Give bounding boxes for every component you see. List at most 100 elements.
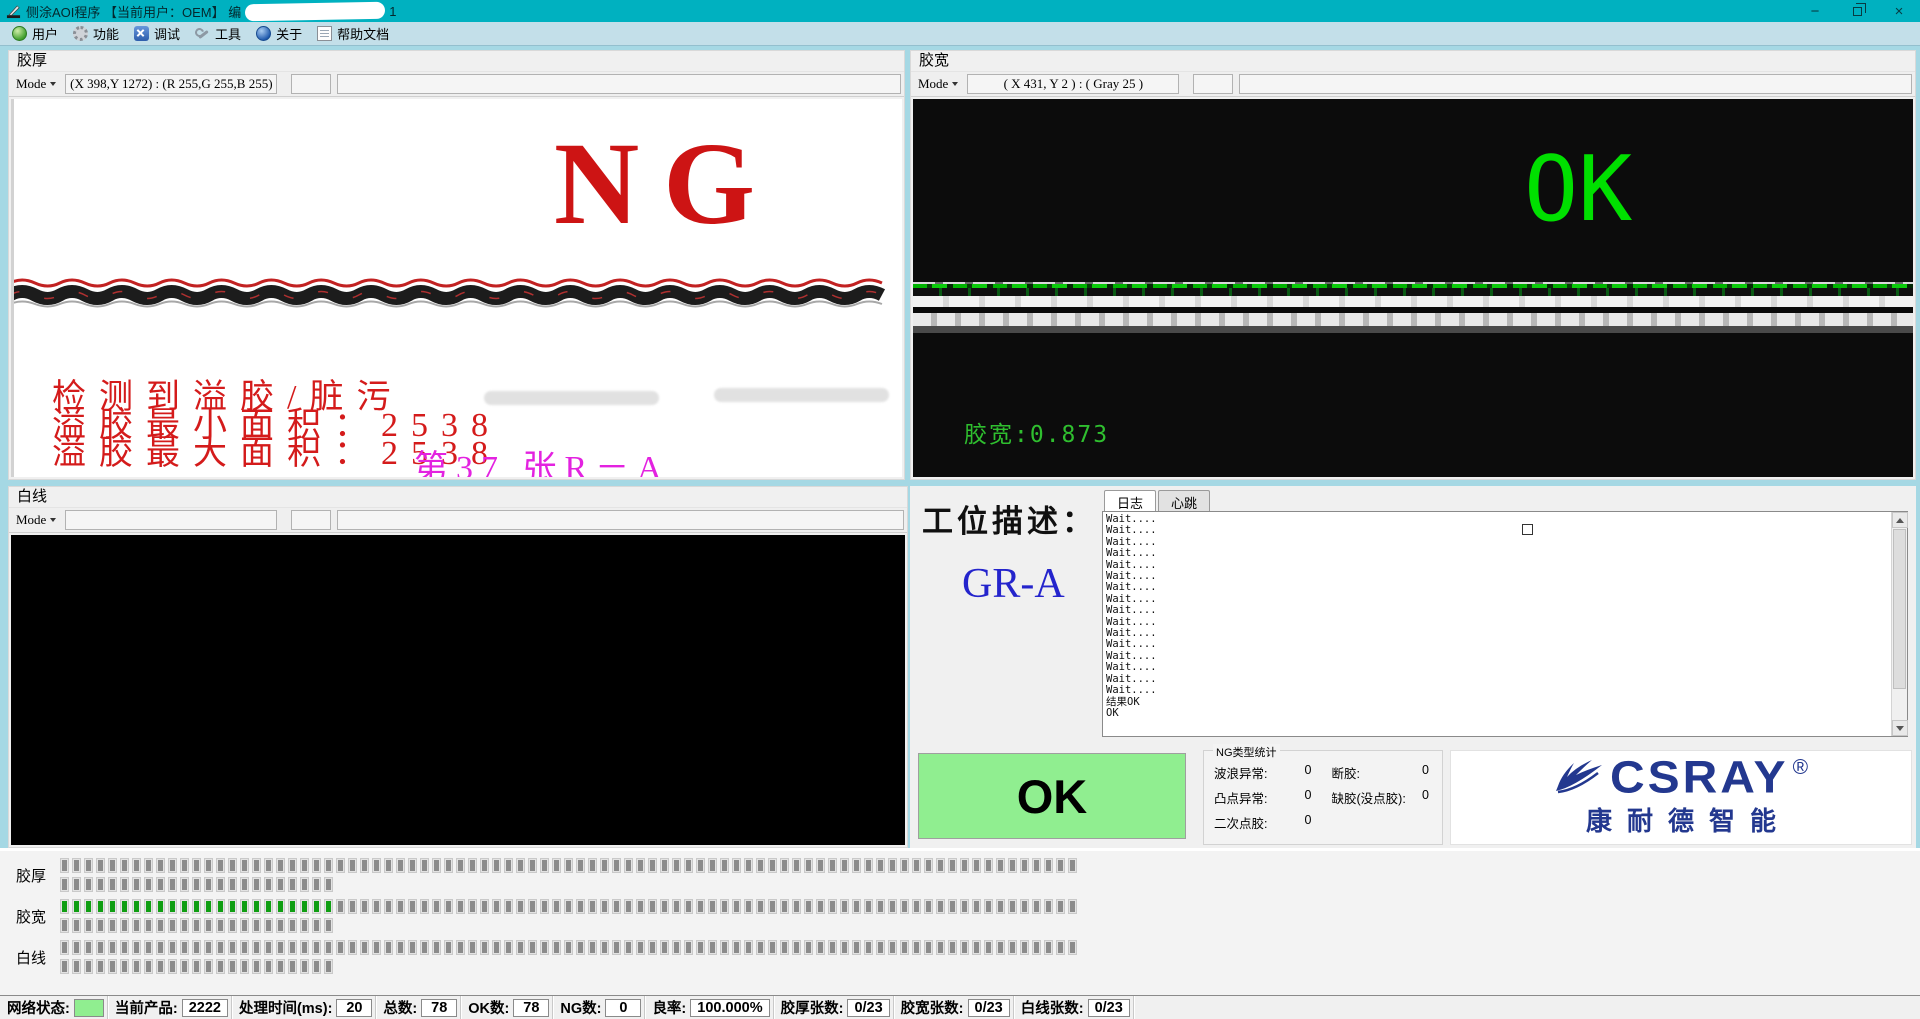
menu-item[interactable]: 关于 xyxy=(252,22,313,45)
indicator-square xyxy=(492,858,501,873)
indicator-square xyxy=(732,940,741,955)
indicator-square xyxy=(720,940,729,955)
indicator-square xyxy=(324,959,333,974)
indicator-square xyxy=(1068,899,1077,914)
indicator-square xyxy=(732,858,741,873)
scroll-up-button[interactable] xyxy=(1892,512,1908,528)
vendor-logo-card: CSRAY ® 康耐德智能 xyxy=(1450,750,1912,845)
menu-item[interactable]: 功能 xyxy=(69,22,130,45)
ng-stat-label: 波浪异常: xyxy=(1214,763,1267,782)
indicator-square xyxy=(288,858,297,873)
indicator-square xyxy=(960,899,969,914)
indicator-square xyxy=(348,940,357,955)
menu-item-label: 用户 xyxy=(32,24,58,43)
indicator-square xyxy=(384,899,393,914)
restore-button[interactable] xyxy=(1836,0,1878,22)
indicator-square xyxy=(1032,899,1041,914)
indicator-square xyxy=(60,918,69,933)
log-tab-bar: 日志 心跳 xyxy=(1102,490,1908,511)
menu-item-label: 功能 xyxy=(93,24,119,43)
menu-item-icon xyxy=(256,26,271,41)
indicator-square xyxy=(324,918,333,933)
indicator-square xyxy=(900,858,909,873)
indicator-square xyxy=(996,899,1005,914)
log-scrollbar[interactable] xyxy=(1891,512,1907,736)
indicator-square xyxy=(588,858,597,873)
app-icon xyxy=(6,4,21,19)
indicator-square xyxy=(120,940,129,955)
status-box-small xyxy=(291,510,331,530)
indicator-square xyxy=(768,899,777,914)
station-name: GR-A xyxy=(962,560,1065,608)
indicator-square xyxy=(1068,858,1077,873)
mode-dropdown[interactable]: Mode xyxy=(11,512,61,528)
log-tab[interactable]: 日志 xyxy=(1104,490,1156,511)
indicator-square xyxy=(576,940,585,955)
log-entry: Wait.... xyxy=(1106,594,1889,605)
indicator-square xyxy=(624,899,633,914)
scroll-down-button[interactable] xyxy=(1892,720,1908,736)
menu-item[interactable]: 工具 xyxy=(191,22,252,45)
status-value: 0 xyxy=(605,999,641,1017)
mode-dropdown[interactable]: Mode xyxy=(11,76,61,92)
indicator-square xyxy=(360,858,369,873)
indicator-square xyxy=(108,918,117,933)
indicator-square xyxy=(228,858,237,873)
indicator-square xyxy=(288,940,297,955)
indicator-square xyxy=(168,940,177,955)
close-button[interactable]: × xyxy=(1878,0,1920,22)
indicator-square xyxy=(624,858,633,873)
minimize-button[interactable]: − xyxy=(1794,0,1836,22)
indicator-square xyxy=(324,877,333,892)
indicator-square xyxy=(132,877,141,892)
indicator-square xyxy=(804,940,813,955)
menu-item[interactable]: 用户 xyxy=(8,22,69,45)
white-line-image[interactable] xyxy=(11,535,905,845)
indicator-square xyxy=(336,858,345,873)
indicator-square xyxy=(120,959,129,974)
indicator-square xyxy=(348,899,357,914)
indicator-square xyxy=(900,899,909,914)
glue-thickness-image[interactable]: NG 检测到溢胶/脏污溢胶最小面积：2538溢胶最大面积：2538 第37 张R… xyxy=(11,99,902,477)
indicator-square xyxy=(564,899,573,914)
indicator-group: 胶宽 xyxy=(0,899,1920,933)
arrow-up-icon xyxy=(1896,518,1904,523)
indicator-square-ok xyxy=(228,899,237,914)
menu-item-icon xyxy=(134,26,149,41)
indicator-square xyxy=(84,877,93,892)
statusbar: 网络状态: 当前产品: 2222 处理时间(ms): 20 总数: 78 OK数… xyxy=(0,995,1920,1019)
status-box-small xyxy=(1193,74,1233,94)
indicator-square xyxy=(312,858,321,873)
menu-item[interactable]: 帮助文档 xyxy=(313,22,400,45)
indicator-square xyxy=(516,899,525,914)
indicator-square xyxy=(780,940,789,955)
indicator-square xyxy=(528,899,537,914)
indicator-square xyxy=(924,858,933,873)
scrollbar-thumb[interactable] xyxy=(1893,529,1906,689)
indicator-square-ok xyxy=(288,899,297,914)
indicator-square xyxy=(768,940,777,955)
indicator-square xyxy=(876,858,885,873)
indicator-square xyxy=(828,899,837,914)
indicator-square xyxy=(240,940,249,955)
registered-trademark-icon: ® xyxy=(1793,757,1808,778)
indicator-square xyxy=(276,918,285,933)
indicator-square xyxy=(1044,899,1053,914)
indicator-square xyxy=(240,877,249,892)
indicator-square xyxy=(792,858,801,873)
glue-width-image[interactable]: OK 胶宽:0.873 xyxy=(913,99,1913,477)
log-tab[interactable]: 心跳 xyxy=(1158,490,1210,511)
status-box-small xyxy=(291,74,331,94)
pixel-coordinate-readout: (X 398,Y 1272) : (R 255,G 255,B 255) xyxy=(65,74,277,94)
mode-dropdown[interactable]: Mode xyxy=(913,76,963,92)
indicator-square xyxy=(876,940,885,955)
indicator-square xyxy=(732,899,741,914)
status-value: 0/23 xyxy=(968,999,1010,1017)
indicator-square xyxy=(972,858,981,873)
indicator-square xyxy=(672,858,681,873)
indicator-square xyxy=(936,858,945,873)
status-item: 网络状态: xyxy=(0,996,108,1019)
log-checkbox[interactable] xyxy=(1522,524,1533,535)
menu-item[interactable]: 调试 xyxy=(130,22,191,45)
indicator-square xyxy=(204,858,213,873)
